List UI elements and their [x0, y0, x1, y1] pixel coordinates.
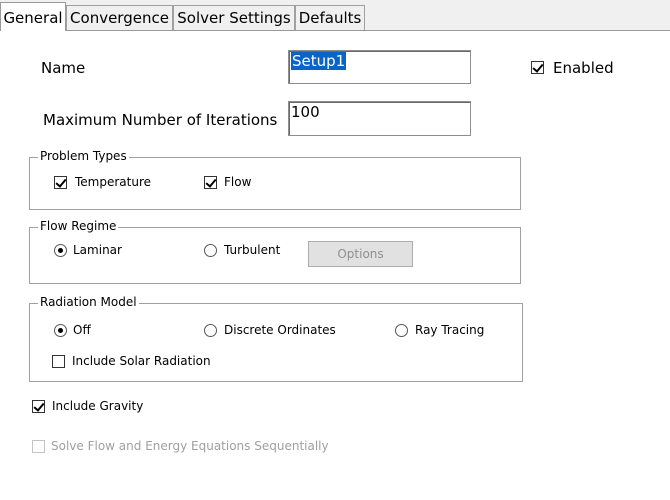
tab-general[interactable]: General: [0, 2, 66, 31]
off-label: Off: [73, 323, 91, 337]
flow-label: Flow: [224, 175, 252, 189]
name-field[interactable]: Setup1: [288, 50, 471, 84]
tab-convergence[interactable]: Convergence: [66, 5, 173, 30]
enabled-label: Enabled: [553, 59, 614, 77]
discrete-ordinates-radio[interactable]: [204, 324, 217, 337]
temperature-label: Temperature: [75, 175, 152, 189]
name-value: Setup1: [291, 52, 347, 70]
options-button[interactable]: Options: [308, 241, 413, 267]
sequential-checkbox[interactable]: [32, 440, 45, 453]
name-label: Name: [41, 59, 86, 77]
turbulent-radio[interactable]: [204, 244, 217, 257]
max-iterations-label: Maximum Number of Iterations: [43, 111, 278, 129]
tab-solver-settings[interactable]: Solver Settings: [173, 5, 295, 30]
include-gravity-checkbox[interactable]: [32, 400, 45, 413]
max-iterations-field[interactable]: 100: [288, 101, 471, 136]
solar-radiation-checkbox[interactable]: [52, 355, 65, 368]
flow-regime-title: Flow Regime: [38, 219, 119, 234]
tab-strip: General Convergence Solver Settings Defa…: [0, 0, 670, 31]
problem-types-title: Problem Types: [38, 149, 129, 164]
max-iterations-value: 100: [291, 103, 320, 121]
solar-radiation-label: Include Solar Radiation: [72, 354, 211, 368]
enabled-checkbox[interactable]: [531, 61, 544, 74]
ray-tracing-label: Ray Tracing: [415, 323, 485, 337]
ray-tracing-radio[interactable]: [395, 324, 408, 337]
radiation-model-title: Radiation Model: [38, 295, 139, 310]
include-gravity-label: Include Gravity: [52, 399, 144, 413]
laminar-label: Laminar: [73, 243, 122, 257]
temperature-checkbox[interactable]: [54, 176, 67, 189]
off-radio[interactable]: [54, 324, 67, 337]
turbulent-label: Turbulent: [224, 243, 281, 257]
radiation-model-group: Radiation Model: [29, 295, 523, 382]
discrete-ordinates-label: Discrete Ordinates: [224, 323, 336, 337]
flow-checkbox[interactable]: [204, 176, 217, 189]
laminar-radio[interactable]: [54, 244, 67, 257]
tab-defaults[interactable]: Defaults: [295, 5, 365, 30]
sequential-label: Solve Flow and Energy Equations Sequenti…: [51, 439, 329, 453]
